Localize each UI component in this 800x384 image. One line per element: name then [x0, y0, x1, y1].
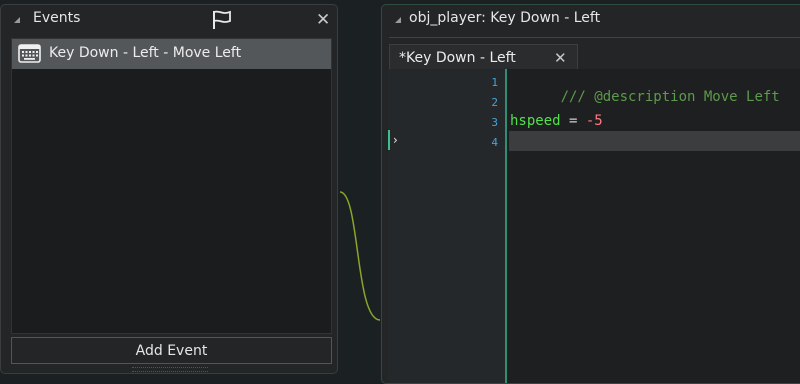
code-editor-panel: obj_player: Key Down - Left *Key Down - … [381, 4, 800, 384]
event-item-key-down-left[interactable]: Key Down - Left - Move Left [12, 39, 331, 69]
collapse-triangle-icon[interactable] [14, 17, 20, 23]
line-number: 3 [491, 116, 498, 129]
collapse-triangle-icon[interactable] [395, 17, 401, 23]
caret-arrow-icon: › [393, 133, 398, 147]
tab-close-icon[interactable]: ✕ [554, 50, 567, 67]
code-editor[interactable]: › 1 2 3 4 /// @description Move Left hsp… [388, 69, 800, 383]
event-item-label: Key Down - Left - Move Left [49, 45, 242, 61]
add-event-button[interactable]: Add Event [11, 337, 332, 364]
events-list: Key Down - Left - Move Left [11, 38, 332, 334]
current-line-highlight [509, 131, 800, 151]
code-variable: hspeed [510, 113, 561, 129]
close-icon[interactable]: ✕ [316, 12, 330, 29]
editor-tab-bar: *Key Down - Left ✕ [389, 37, 800, 73]
resize-grip[interactable] [132, 367, 208, 372]
code-comment: /// @description Move Left [560, 89, 780, 105]
line-number-gutter: › 1 2 3 4 [388, 69, 507, 383]
flag-icon[interactable] [211, 9, 233, 31]
line-number: 2 [491, 96, 498, 109]
code-operator: = [560, 113, 586, 129]
keyboard-icon [18, 44, 41, 63]
tab-label: *Key Down - Left [399, 50, 516, 66]
current-line-marker [388, 130, 390, 150]
tab-key-down-left[interactable]: *Key Down - Left ✕ [389, 44, 578, 73]
code-line-3: hspeed = -5 [510, 113, 603, 129]
line-number: 4 [491, 136, 498, 149]
events-panel-header: Events ✕ [1, 5, 337, 34]
code-number: -5 [585, 113, 603, 129]
events-panel: Events ✕ Key Down - Left - Move Left Add… [0, 4, 338, 374]
line-number: 1 [491, 76, 498, 89]
events-panel-title: Events [33, 10, 81, 26]
editor-window-title: obj_player: Key Down - Left [409, 10, 601, 26]
